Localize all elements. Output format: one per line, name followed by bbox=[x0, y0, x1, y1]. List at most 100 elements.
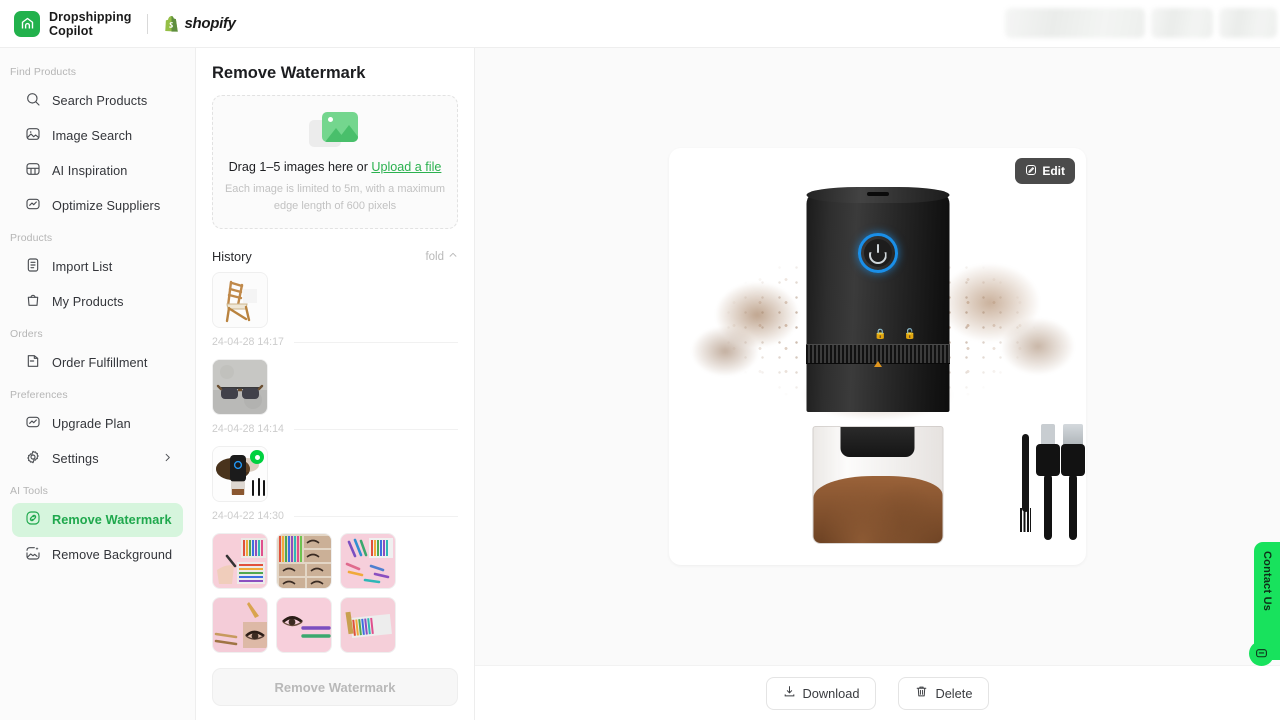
divider bbox=[293, 341, 458, 343]
image-preview[interactable]: Edit 🔒 🔓 bbox=[669, 148, 1086, 565]
panel-scroll-area[interactable]: Drag 1–5 images here or Upload a file Ea… bbox=[196, 95, 474, 656]
wooden-folding-chair-thumb bbox=[213, 273, 267, 327]
sunglasses-on-stone-thumb bbox=[213, 360, 267, 414]
chevron-right-icon bbox=[162, 450, 173, 468]
sidebar-group-title: Orders bbox=[10, 328, 43, 340]
grid-sparkle-icon bbox=[25, 161, 41, 182]
brand-name: Dropshipping Copilot bbox=[49, 9, 132, 38]
history-thumbnail-sunglasses[interactable] bbox=[212, 359, 268, 415]
clipboard-icon bbox=[25, 257, 41, 278]
sidebar: Find Products Search Products Image Sear… bbox=[0, 48, 196, 720]
alignment-marker-icon bbox=[873, 360, 882, 367]
sidebar-item-ai-inspiration[interactable]: AI Inspiration bbox=[12, 154, 183, 188]
chart-box-icon bbox=[25, 414, 41, 435]
edit-button-label: Edit bbox=[1042, 164, 1065, 178]
sidebar-item-search-products[interactable]: Search Products bbox=[12, 84, 183, 118]
delete-button[interactable]: Delete bbox=[898, 676, 990, 710]
image-search-icon bbox=[25, 126, 41, 147]
sidebar-item-order-fulfillment[interactable]: Order Fulfillment bbox=[12, 346, 183, 380]
contact-us-label: Contact Us bbox=[1261, 551, 1273, 612]
shopify-wordmark: shopify bbox=[184, 15, 236, 32]
download-button-label: Download bbox=[802, 685, 860, 701]
download-icon bbox=[783, 685, 796, 701]
app-body: Find Products Search Products Image Sear… bbox=[0, 48, 1280, 720]
edit-button[interactable]: Edit bbox=[1015, 158, 1075, 184]
history-timestamp: 24-04-22 14:30 bbox=[212, 510, 284, 522]
search-icon bbox=[25, 91, 41, 112]
sidebar-item-upgrade-plan[interactable]: Upgrade Plan bbox=[12, 407, 183, 441]
history-fold-label: fold bbox=[425, 250, 444, 263]
power-button-icon bbox=[857, 233, 898, 274]
redacted-chip bbox=[1219, 8, 1277, 38]
image-placeholder-icon bbox=[309, 110, 361, 150]
history-entry: 24-04-22 14:30 bbox=[212, 446, 458, 533]
topbar-redacted-area bbox=[1005, 6, 1280, 40]
tool-panel: Remove Watermark Drag 1–5 images here or… bbox=[196, 48, 475, 720]
history-thumbnail-eyeliner-eye-closeup[interactable] bbox=[212, 597, 268, 653]
sidebar-group-title: Products bbox=[10, 232, 53, 244]
page-title: Remove Watermark bbox=[212, 64, 366, 82]
sidebar-item-label: Remove Watermark bbox=[52, 513, 172, 527]
selected-indicator-icon bbox=[250, 450, 264, 464]
history-fold-toggle[interactable]: fold bbox=[425, 250, 458, 263]
sidebar-item-settings[interactable]: Settings bbox=[12, 442, 183, 476]
download-button[interactable]: Download bbox=[765, 676, 877, 710]
shopify-bag-icon bbox=[165, 16, 179, 32]
brand[interactable]: Dropshipping Copilot bbox=[14, 10, 131, 38]
sidebar-item-label: My Products bbox=[52, 295, 124, 309]
watermark-icon bbox=[25, 510, 41, 531]
sidebar-item-label: Import List bbox=[52, 260, 113, 274]
chevron-up-icon bbox=[448, 250, 458, 263]
usb-cable-micro bbox=[1036, 422, 1060, 540]
sidebar-item-image-search[interactable]: Image Search bbox=[12, 119, 183, 153]
sidebar-item-label: Upgrade Plan bbox=[52, 417, 131, 431]
order-box-icon bbox=[25, 353, 41, 374]
history-timestamp: 24-04-28 14:17 bbox=[212, 336, 284, 348]
sidebar-item-label: Remove Background bbox=[52, 548, 173, 562]
history-thumbnail-coffee-grinder[interactable] bbox=[212, 446, 268, 502]
sidebar-item-label: Optimize Suppliers bbox=[52, 199, 161, 213]
contact-us-tab[interactable]: Contact Us bbox=[1249, 542, 1280, 666]
history-entry: 24-04-28 14:17 bbox=[212, 272, 458, 359]
divider bbox=[293, 515, 458, 517]
history-title: History bbox=[212, 249, 252, 264]
panel-footer: Remove Watermark bbox=[196, 656, 474, 720]
history-thumbnail-eyeliner-pencils-scatter[interactable] bbox=[340, 533, 396, 589]
sidebar-item-label: Image Search bbox=[52, 129, 133, 143]
redacted-chip bbox=[1151, 8, 1213, 38]
sidebar-item-label: Settings bbox=[52, 452, 99, 466]
sidebar-group-title: AI Tools bbox=[10, 485, 48, 497]
upload-dropzone[interactable]: Drag 1–5 images here or Upload a file Ea… bbox=[212, 95, 458, 229]
history-thumbnail-pencil-set-box[interactable] bbox=[340, 597, 396, 653]
gear-icon bbox=[25, 449, 41, 470]
history-thumbnail-eyeliner-hand-swatch[interactable] bbox=[212, 533, 268, 589]
remove-watermark-submit-button[interactable]: Remove Watermark bbox=[212, 668, 458, 706]
sidebar-item-my-products[interactable]: My Products bbox=[12, 285, 183, 319]
remove-background-icon bbox=[25, 545, 41, 566]
history-meta: 24-04-22 14:30 bbox=[212, 502, 458, 531]
stage-action-bar: Download Delete bbox=[475, 665, 1280, 720]
delete-button-label: Delete bbox=[935, 685, 973, 701]
sidebar-group-title: Find Products bbox=[10, 66, 77, 78]
history-timestamp: 24-04-28 14:14 bbox=[212, 423, 284, 435]
brand-divider bbox=[147, 13, 149, 34]
main-stage: Edit 🔒 🔓 Download Delete bbox=[475, 48, 1280, 720]
history-thumbnail-eye-makeup-chart[interactable] bbox=[276, 533, 332, 589]
sidebar-item-remove-watermark[interactable]: Remove Watermark bbox=[12, 503, 183, 537]
cleaning-brush bbox=[1020, 433, 1031, 532]
chat-bubble-icon[interactable] bbox=[1249, 641, 1274, 666]
history-thumbnail-eye-with-pencils[interactable] bbox=[276, 597, 332, 653]
sidebar-item-optimize-suppliers[interactable]: Optimize Suppliers bbox=[12, 189, 183, 223]
history-meta: 24-04-28 14:14 bbox=[212, 415, 458, 444]
dropzone-prompt-text: Drag 1–5 images here or bbox=[228, 159, 372, 174]
sidebar-item-remove-background[interactable]: Remove Background bbox=[12, 538, 183, 572]
sidebar-item-label: Order Fulfillment bbox=[52, 356, 148, 370]
history-thumbnail-chair[interactable] bbox=[212, 272, 268, 328]
sidebar-item-label: AI Inspiration bbox=[52, 164, 128, 178]
redacted-chip bbox=[1005, 8, 1145, 38]
trash-icon bbox=[915, 685, 928, 701]
bag-icon bbox=[25, 292, 41, 313]
upload-a-file-link[interactable]: Upload a file bbox=[371, 160, 441, 174]
app-logo-icon bbox=[14, 10, 40, 37]
sidebar-item-import-list[interactable]: Import List bbox=[12, 250, 183, 284]
